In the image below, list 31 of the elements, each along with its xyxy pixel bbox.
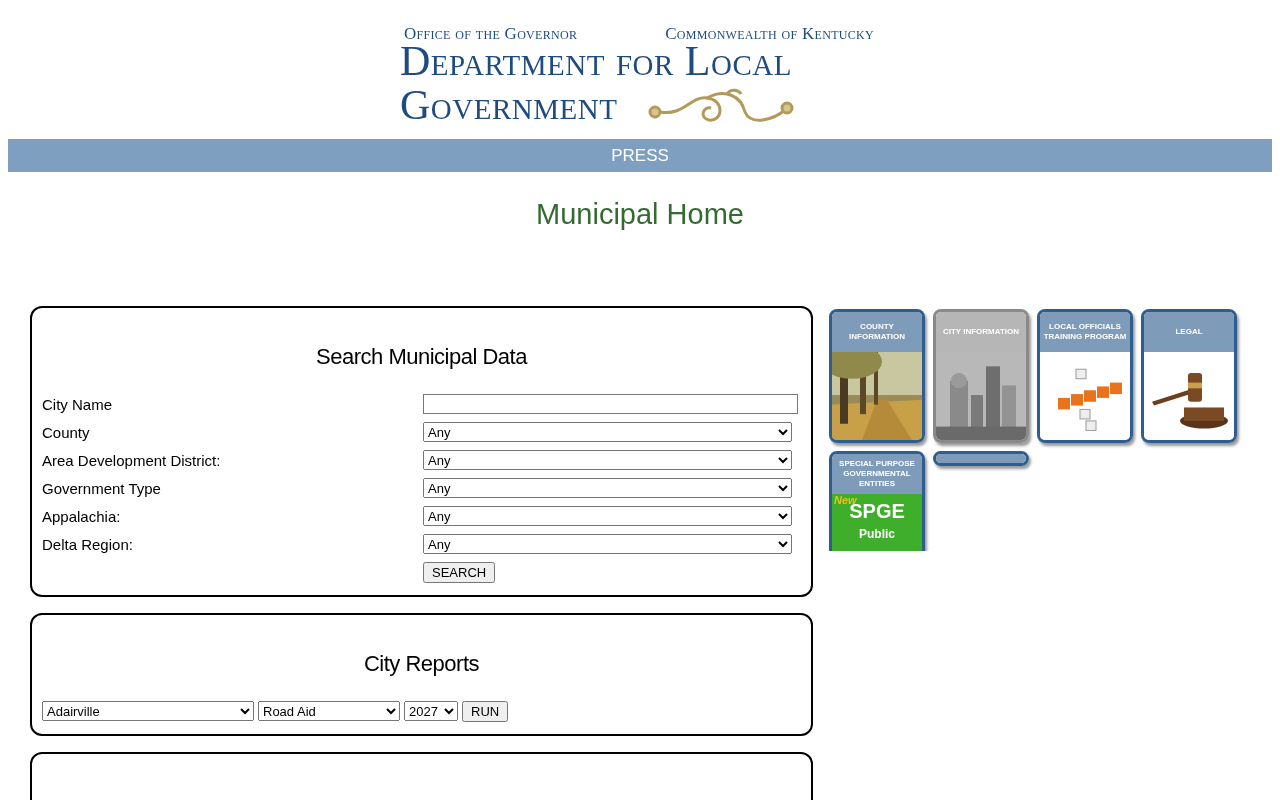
- office-subtitle: Office of the Governor: [404, 24, 578, 44]
- search-button[interactable]: SEARCH: [423, 562, 496, 583]
- dropdown[interactable]: Any: [423, 450, 792, 470]
- report-dropdown[interactable]: Road Aid: [258, 701, 400, 721]
- page-title: Municipal Home: [535, 198, 745, 232]
- field-label: Appalachia:: [42, 507, 122, 525]
- tile-label: LEGAL: [1144, 312, 1234, 352]
- dropdown[interactable]: Any: [423, 422, 792, 442]
- tile-label: CITY INFORMATION: [936, 312, 1026, 352]
- info-tile[interactable]: [933, 451, 1029, 466]
- field-label: County: [42, 423, 91, 441]
- dropdown[interactable]: Any: [423, 506, 792, 526]
- city-dropdown[interactable]: Adairville: [42, 701, 254, 721]
- run-button[interactable]: RUN: [462, 701, 509, 722]
- tile-label: LOCAL OFFICIALS TRAINING PROGRAM: [1040, 312, 1130, 352]
- field-label: Delta Region:: [42, 535, 134, 553]
- department-title: Department for Local: [400, 44, 792, 78]
- state-subtitle: Commonwealth of Kentucky: [665, 24, 874, 44]
- department-title: Government: [400, 88, 618, 122]
- tile-subline: Public: [859, 527, 895, 541]
- dropdown[interactable]: Any: [423, 478, 792, 498]
- field-label: City Name: [42, 395, 113, 413]
- panel-title: City Reports: [362, 651, 480, 677]
- panel-title: Search Municipal Data: [315, 344, 529, 370]
- input-field[interactable]: [423, 394, 798, 414]
- year-dropdown[interactable]: 2027: [404, 701, 458, 721]
- tile-label: SPECIAL PURPOSE GOVERNMENTAL ENTITIES: [832, 454, 922, 494]
- field-label: Government Type: [42, 479, 162, 497]
- tile-label: COUNTY INFORMATION: [832, 312, 922, 352]
- dropdown[interactable]: Any: [423, 534, 792, 554]
- field-label: Area Development District:: [42, 451, 222, 469]
